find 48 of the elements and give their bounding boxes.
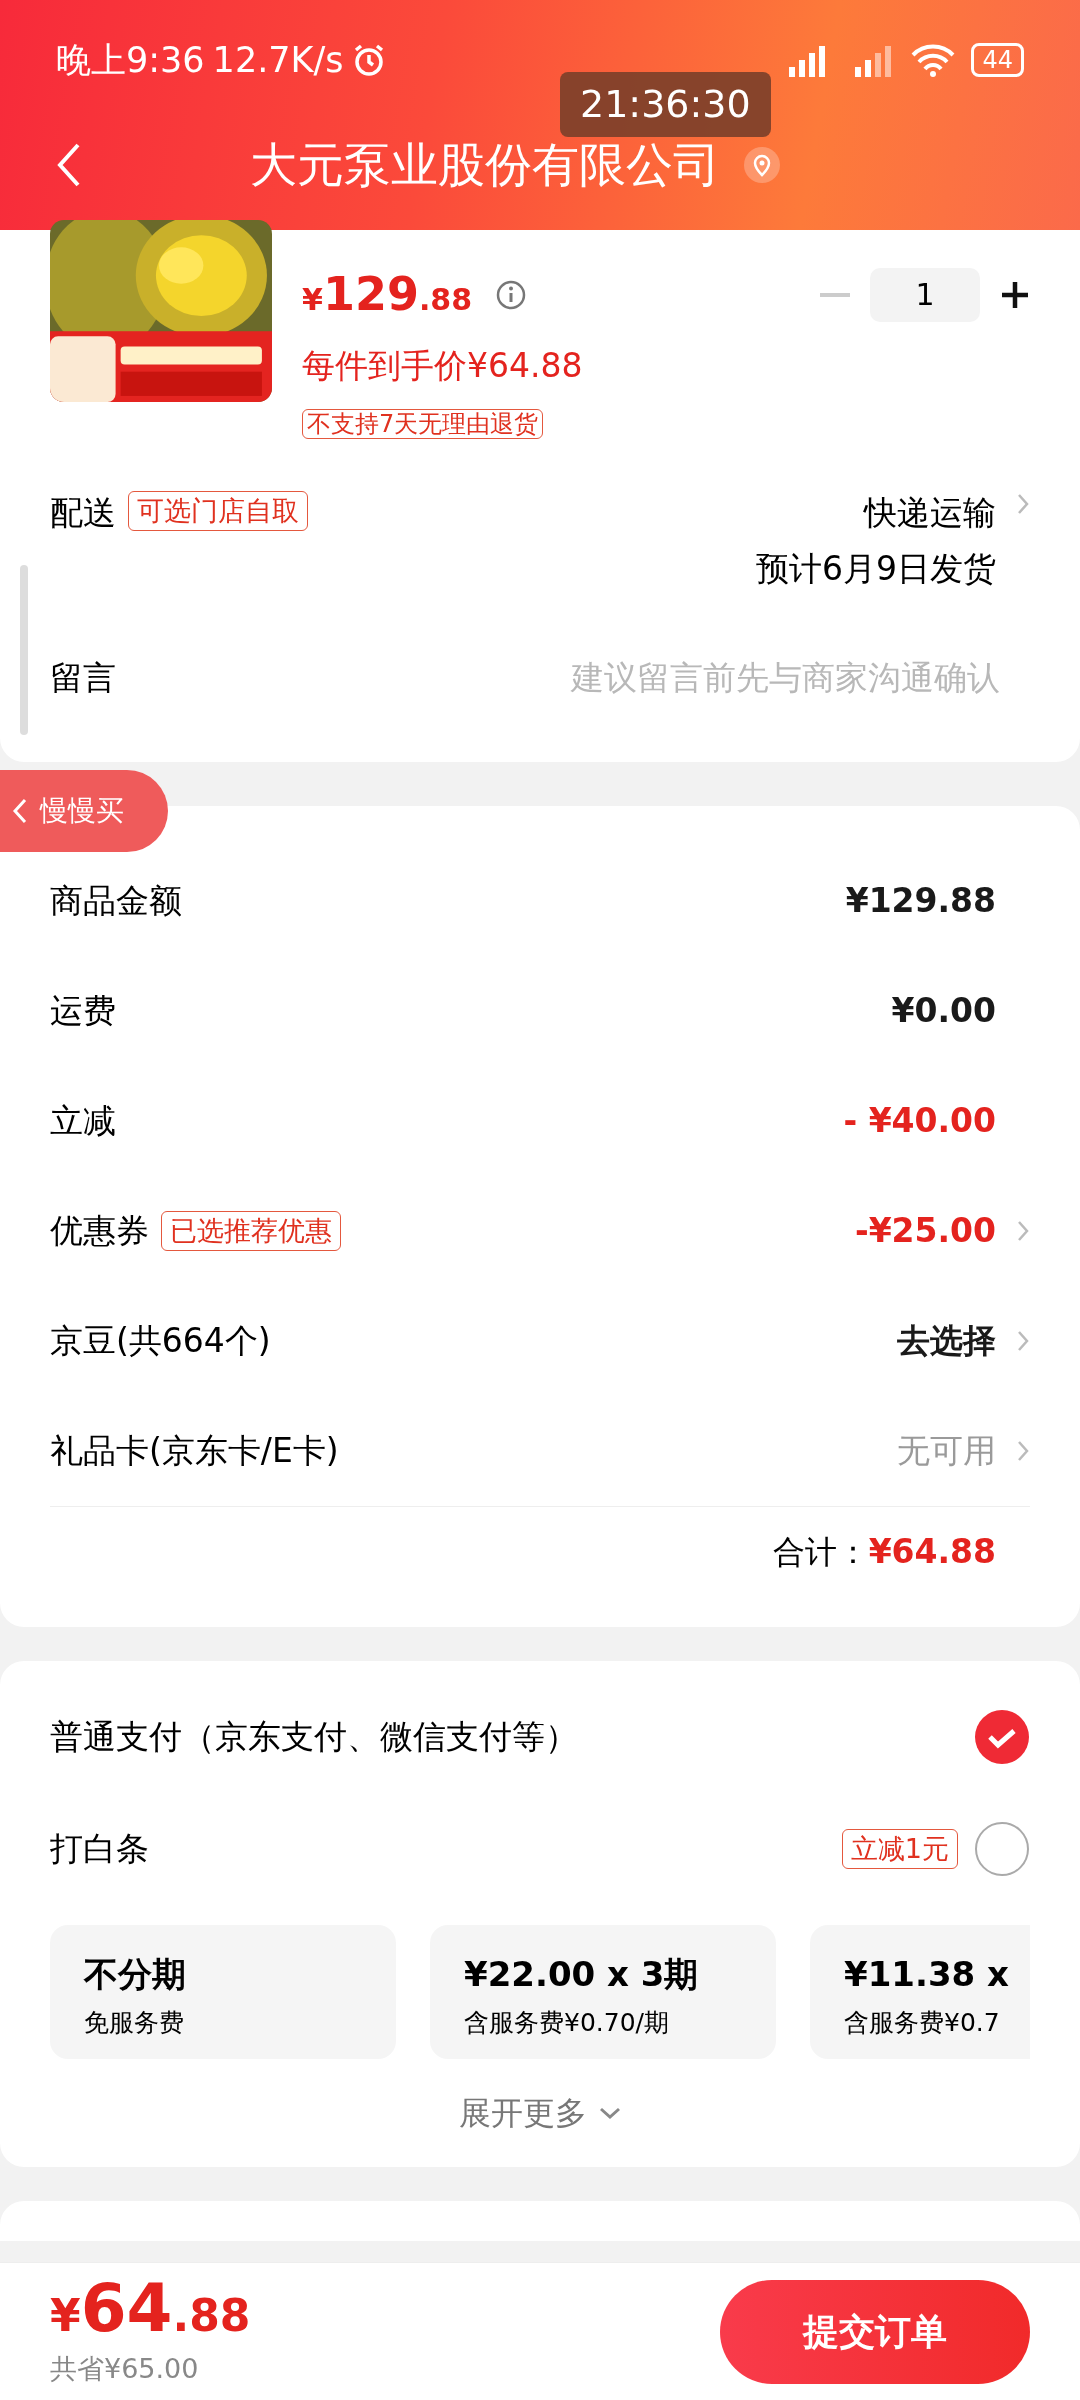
chevron-left-icon bbox=[12, 798, 28, 824]
installment-option[interactable]: ¥11.38 x 含服务费¥0.7 bbox=[810, 1924, 1030, 2059]
expand-more-link[interactable]: 展开更多 bbox=[459, 2088, 621, 2137]
payment-method-label: 普通支付（京东支付、微信支付等） bbox=[50, 1715, 578, 1758]
note-label: 留言 bbox=[50, 656, 116, 699]
status-time: 晚上9:36 bbox=[56, 38, 205, 82]
coupon-tag: 已选推荐优惠 bbox=[161, 1211, 341, 1251]
summary-value: - ¥40.00 bbox=[843, 1100, 996, 1143]
network-speed: 12.7K/s bbox=[212, 38, 344, 82]
delivery-label: 配送 bbox=[50, 491, 116, 534]
info-icon[interactable] bbox=[496, 279, 527, 310]
summary-label: 京豆(共664个) bbox=[50, 1320, 271, 1363]
total-label: 合计： bbox=[772, 1531, 869, 1573]
back-icon[interactable] bbox=[56, 142, 82, 188]
checked-radio[interactable] bbox=[974, 1708, 1030, 1765]
product-price: ¥129.88 bbox=[302, 266, 473, 323]
summary-label: 礼品卡(京东卡/E卡) bbox=[50, 1430, 339, 1473]
chevron-down-icon bbox=[599, 2106, 621, 2119]
summary-label: 立减 bbox=[50, 1100, 116, 1143]
summary-label: 优惠券 bbox=[50, 1210, 149, 1253]
clock-overlay: 21:36:30 bbox=[560, 72, 771, 137]
total-value: ¥64.88 bbox=[868, 1531, 996, 1573]
summary-label: 运费 bbox=[50, 990, 116, 1033]
summary-value: ¥0.00 bbox=[891, 990, 996, 1033]
note-field[interactable]: 建议留言前先与商家沟通确认 bbox=[116, 652, 1000, 702]
return-policy-tag: 不支持7天无理由退货 bbox=[302, 408, 544, 439]
store-title: 大元泵业股份有限公司 bbox=[250, 135, 720, 194]
plus-icon[interactable] bbox=[1000, 279, 1030, 310]
submit-order-button[interactable]: 提交订单 bbox=[720, 2279, 1030, 2384]
savings-text: 共省¥65.00 bbox=[50, 2351, 200, 2386]
battery-icon: 44 bbox=[971, 43, 1024, 77]
delivery-method[interactable]: 快递运输 bbox=[864, 490, 996, 535]
installment-option[interactable]: ¥22.00 x 3期 含服务费¥0.70/期 bbox=[430, 1924, 776, 2059]
unit-price: 每件到手价¥64.88 bbox=[302, 345, 584, 387]
summary-label: 商品金额 bbox=[50, 880, 182, 923]
delivery-eta: 预计6月9日发货 bbox=[756, 547, 996, 590]
discount-tag: 立减1元 bbox=[841, 1828, 958, 1869]
radio-button[interactable] bbox=[974, 1820, 1030, 1877]
summary-value: ¥129.88 bbox=[845, 880, 996, 923]
summary-value[interactable]: 去选择 bbox=[897, 1316, 996, 1366]
location-icon bbox=[744, 147, 780, 183]
summary-value[interactable]: -¥25.00 bbox=[854, 1206, 996, 1256]
payment-method-label: 打白条 bbox=[50, 1827, 149, 1870]
footer-price: ¥64.88 bbox=[50, 2273, 251, 2349]
quantity-field[interactable]: 1 bbox=[870, 267, 980, 322]
pickup-tag: 可选门店自取 bbox=[128, 490, 308, 531]
wifi-icon bbox=[911, 43, 956, 77]
installment-option[interactable]: 不分期 免服务费 bbox=[50, 1924, 396, 2059]
